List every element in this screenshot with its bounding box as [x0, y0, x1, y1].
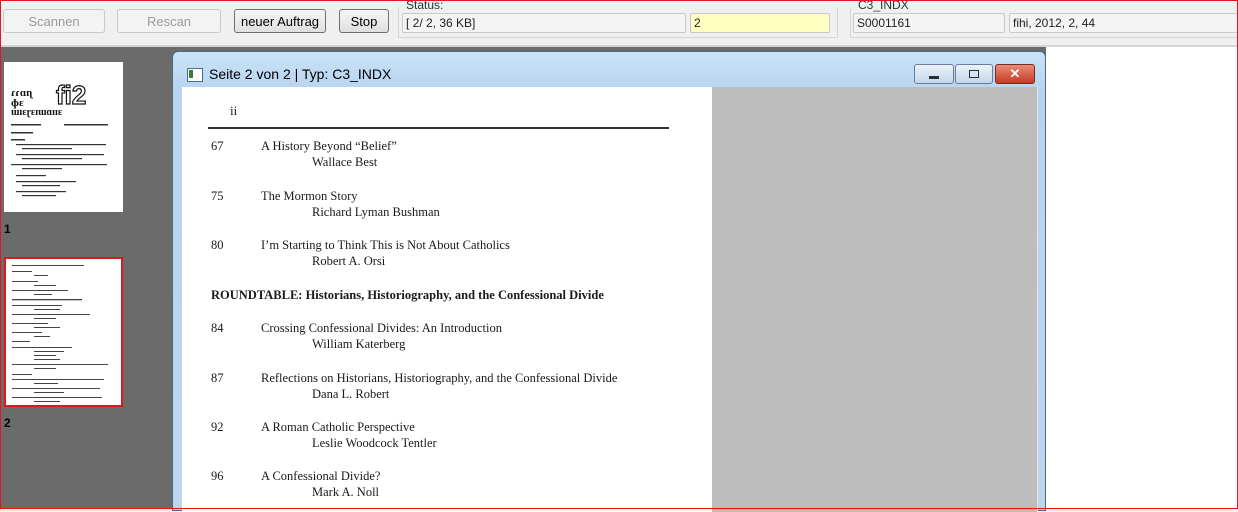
- rescan-button[interactable]: Rescan: [117, 9, 221, 33]
- thumbnail-number: 1: [4, 222, 11, 236]
- minimize-button[interactable]: [914, 64, 954, 84]
- thumb1-text-lines: [11, 124, 108, 197]
- toc-title: Crossing Confessional Divides: An Introd…: [261, 321, 502, 335]
- toc-author: William Katerberg: [312, 337, 406, 351]
- toc-author: Wallace Best: [312, 155, 378, 169]
- close-button[interactable]: ✕: [995, 64, 1035, 84]
- new-job-button[interactable]: neuer Auftrag: [234, 9, 326, 33]
- status-label: Status:: [404, 0, 446, 12]
- page-view[interactable]: ii 67 A History Beyond “Belief” Wallace …: [182, 87, 1038, 512]
- scanned-page: ii 67 A History Beyond “Belief” Wallace …: [182, 87, 712, 512]
- roundtable-heading: ROUNDTABLE: Historians, Historiography, …: [211, 288, 604, 302]
- toc-author: Dana L. Robert: [312, 387, 390, 401]
- page-margin-edge: [1037, 87, 1038, 512]
- toc-author: Mark A. Noll: [312, 485, 380, 499]
- toc-author: Leslie Woodcock Tentler: [312, 436, 437, 450]
- toc-page-number: 75: [211, 189, 224, 203]
- toc-title: I’m Starting to Think This is Not About …: [261, 238, 510, 252]
- toc-page-number: 80: [211, 238, 224, 252]
- toc-author: Richard Lyman Bushman: [312, 205, 440, 219]
- toc-title: A History Beyond “Belief”: [261, 139, 397, 153]
- toc-title: A Roman Catholic Perspective: [261, 420, 415, 434]
- page-margin-area: [712, 87, 1038, 512]
- header-rule: [208, 127, 669, 129]
- toc-title: Reflections on Historians, Historiograph…: [261, 371, 618, 385]
- restore-icon: [969, 70, 979, 78]
- window-title: Seite 2 von 2 | Typ: C3_INDX: [209, 66, 392, 82]
- thumbnail-page-1[interactable]: ɾɾɑɳ ɸɛ ɯɪɛɽɛɪɯɑɪɪɛ fi2: [4, 62, 123, 212]
- index-id-field: S0001161: [853, 13, 1005, 33]
- maximize-button[interactable]: [955, 64, 993, 84]
- thumb2-text-lines: [12, 265, 108, 402]
- progress-field: [ 2/ 2, 36 KB]: [402, 13, 686, 33]
- app-window-icon: [187, 68, 203, 82]
- page-2-preview: [12, 265, 108, 402]
- thumbnail-panel: ɾɾɑɳ ɸɛ ɯɪɛɽɛɪɯɑɪɪɛ fi2 1 2: [0, 50, 168, 509]
- right-blank-area: [1046, 47, 1238, 509]
- toolbar: Scannen Rescan neuer Auftrag Stop Status…: [0, 0, 1238, 48]
- toc-page-number: 87: [211, 371, 224, 385]
- thumb1-logo: fi2: [56, 80, 86, 110]
- toc-page-number: 92: [211, 420, 224, 434]
- page-roman-numeral: ii: [230, 103, 238, 118]
- scan-button[interactable]: Scannen: [3, 9, 105, 33]
- page-1-preview: ɾɾɑɳ ɸɛ ɯɪɛɽɛɪɯɑɪɪɛ fi2: [11, 79, 108, 197]
- page-viewer-window: Seite 2 von 2 | Typ: C3_INDX ✕ ii 67 A H…: [172, 51, 1046, 512]
- toc-author: Robert A. Orsi: [312, 254, 386, 268]
- toc-title: The Mormon Story: [261, 189, 358, 203]
- page-number-field: 2: [690, 13, 830, 33]
- toc-page-number: 96: [211, 469, 224, 483]
- close-icon: ✕: [1009, 66, 1021, 81]
- toc-page-number: 84: [211, 321, 224, 335]
- index-label: C3_INDX: [856, 0, 911, 12]
- toc-title: A Confessional Divide?: [261, 469, 381, 483]
- toc-page-number: 67: [211, 139, 224, 153]
- thumbnail-number: 2: [4, 416, 11, 430]
- stop-button[interactable]: Stop: [339, 9, 389, 33]
- thumbnail-page-2[interactable]: [4, 257, 123, 407]
- index-meta-field: fihi, 2012, 2, 44: [1009, 13, 1238, 33]
- minimize-icon: [929, 75, 939, 79]
